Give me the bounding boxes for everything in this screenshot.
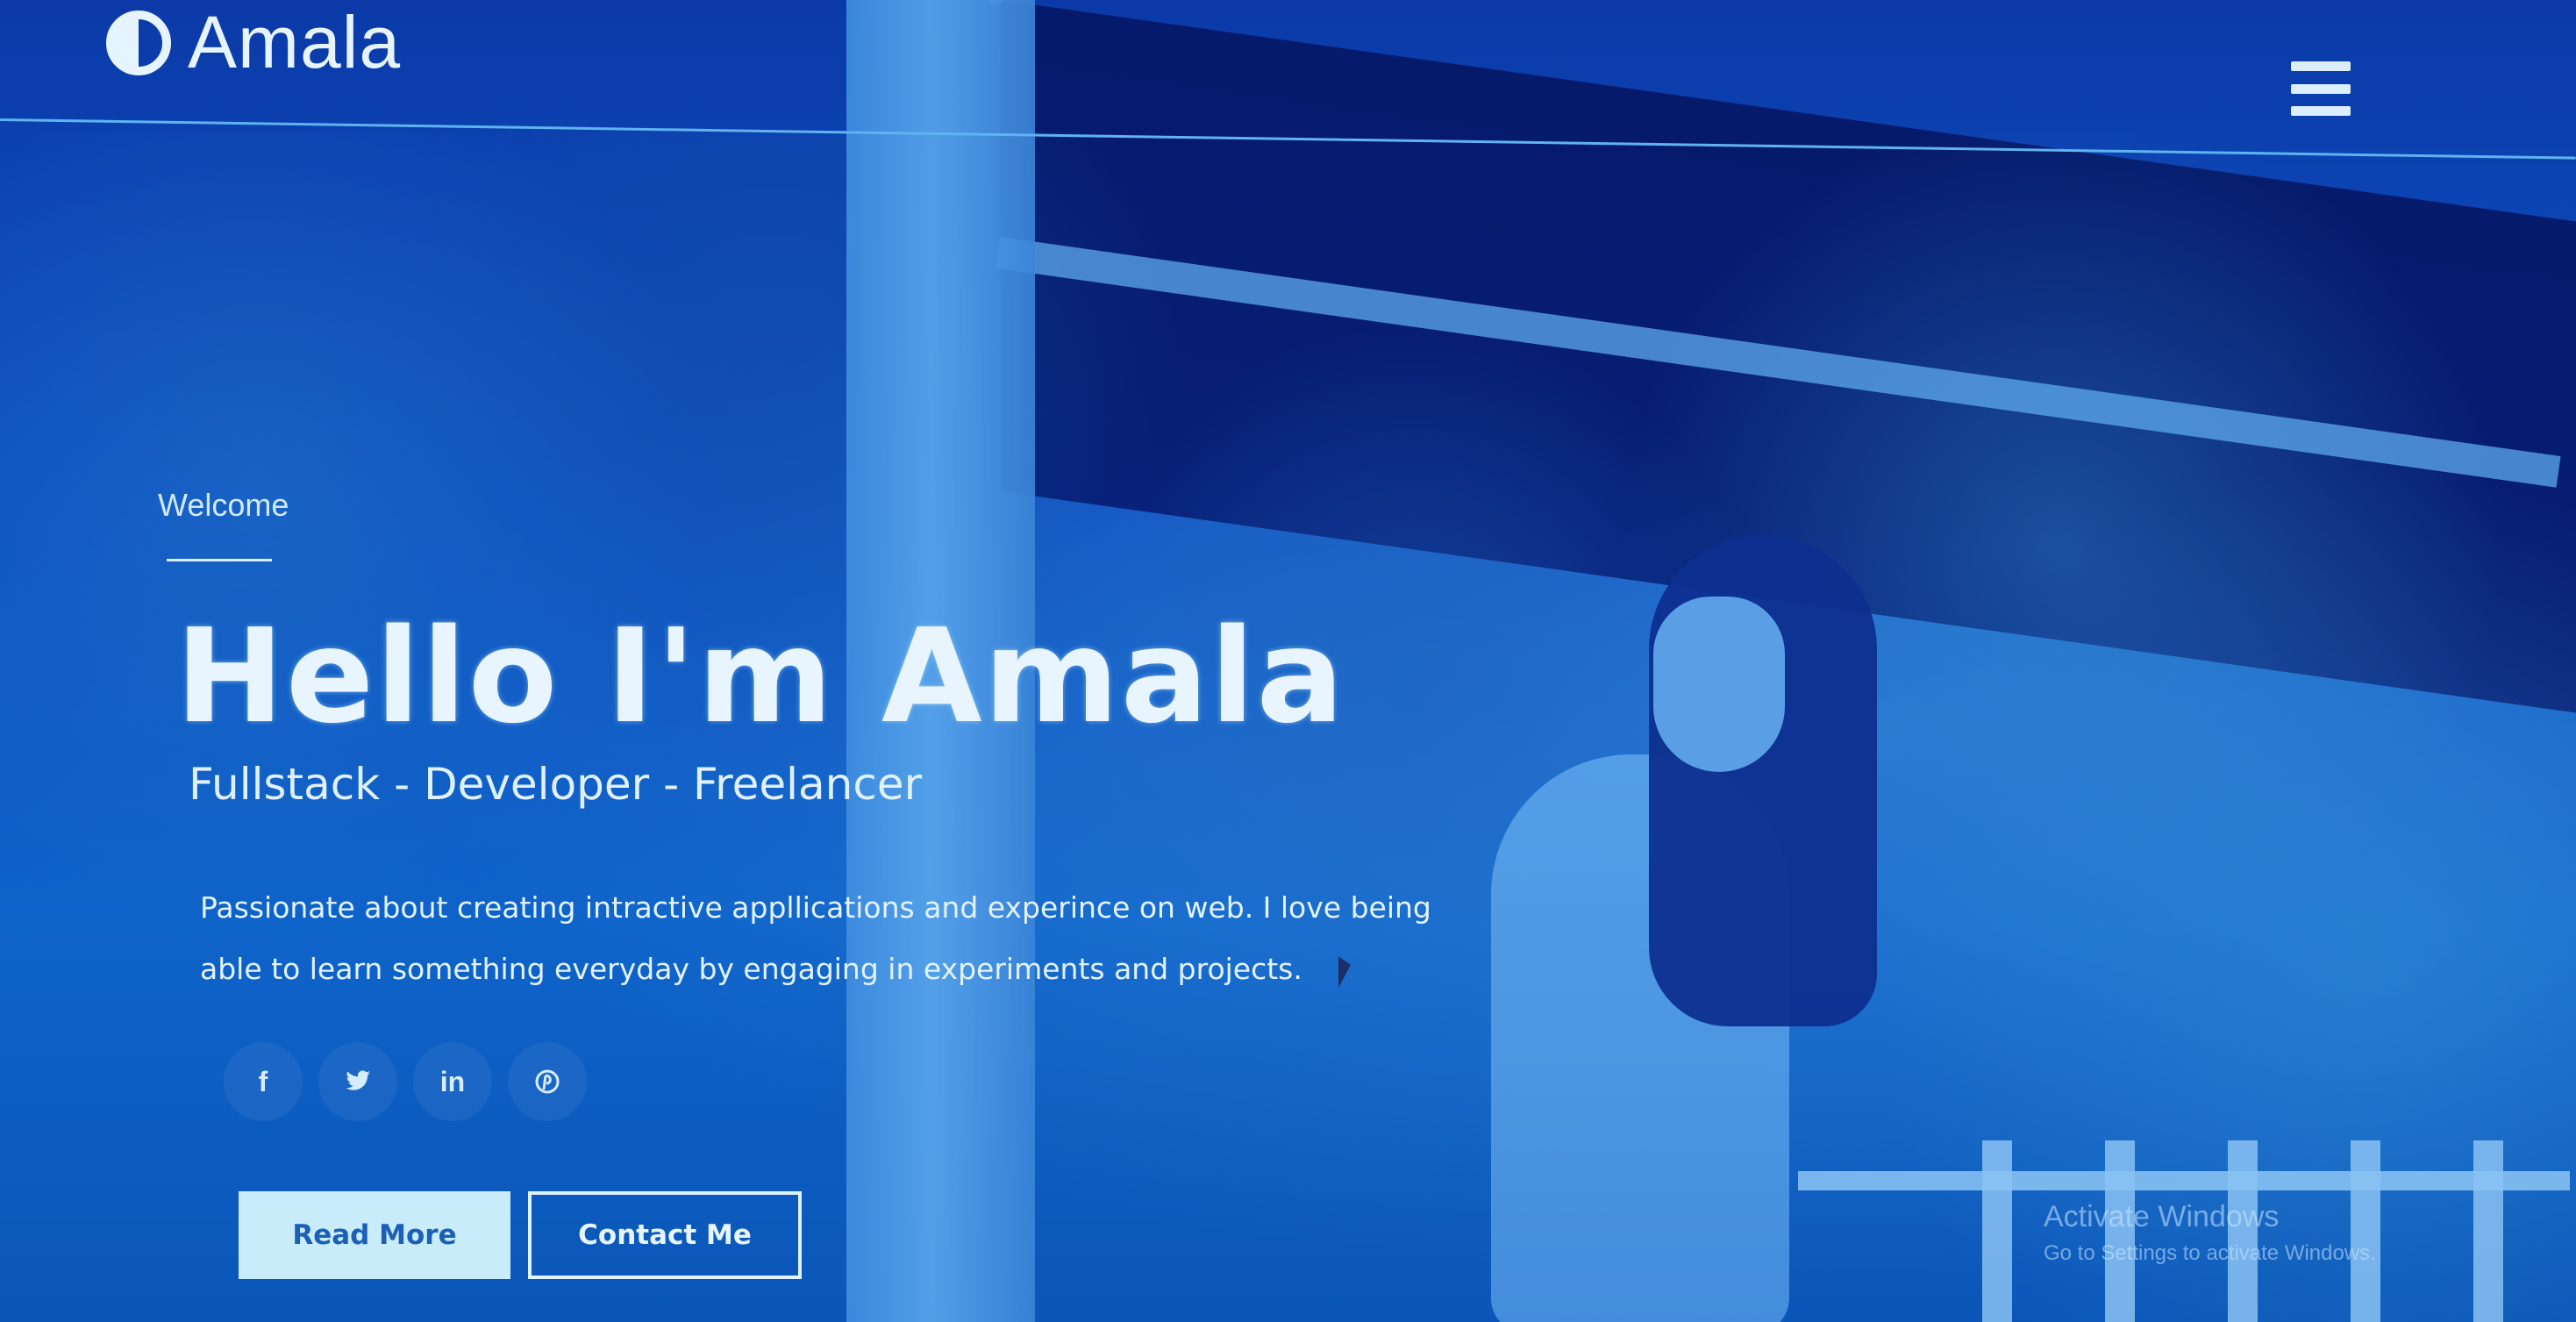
fence-picket xyxy=(2473,1140,2503,1322)
linkedin-icon[interactable]: in xyxy=(413,1042,492,1121)
social-links: f in xyxy=(224,1042,587,1121)
background-fence xyxy=(1798,1171,2570,1190)
pinterest-icon[interactable] xyxy=(508,1042,587,1121)
site-header: Amala xyxy=(0,0,2576,160)
watermark-title: Activate Windows xyxy=(2044,1200,2280,1233)
menu-button[interactable] xyxy=(2291,61,2351,116)
twitter-bird-icon xyxy=(346,1070,370,1090)
hero-description: Passionate about creating intractive app… xyxy=(200,890,1431,986)
fence-picket xyxy=(1982,1140,2012,1322)
facebook-icon[interactable]: f xyxy=(224,1042,303,1121)
pinterest-glyph-icon xyxy=(535,1069,560,1094)
hamburger-icon xyxy=(2291,61,2351,71)
logo-icon xyxy=(106,10,171,75)
brand-name: Amala xyxy=(188,1,402,83)
activate-windows-watermark: Activate Windows Go to Settings to activ… xyxy=(2044,1200,2376,1266)
site-logo[interactable]: Amala xyxy=(105,0,401,85)
hero-title: Hello I'm Amala xyxy=(175,601,1346,752)
contact-me-button[interactable]: Contact Me xyxy=(528,1191,802,1279)
hero-photo-face xyxy=(1653,597,1785,772)
watermark-subtitle: Go to Settings to activate Windows. xyxy=(2044,1241,2376,1265)
portfolio-page: Amala Welcome Hello I'm Amala Fullstack … xyxy=(0,0,2576,1322)
mouse-cursor-icon xyxy=(1338,956,1351,988)
welcome-label: Welcome xyxy=(158,487,289,523)
hero-subtitle: Fullstack - Developer - Freelancer xyxy=(189,759,923,810)
welcome-underline xyxy=(167,559,272,561)
twitter-icon[interactable] xyxy=(318,1042,397,1121)
read-more-button[interactable]: Read More xyxy=(239,1191,510,1279)
